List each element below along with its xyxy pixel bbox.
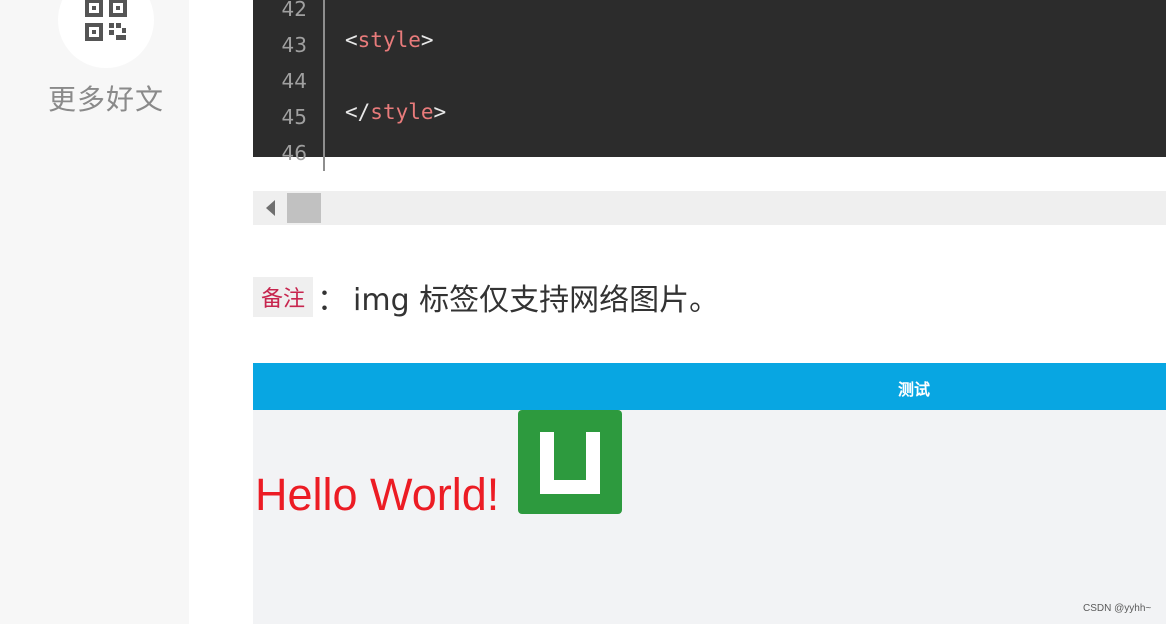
horizontal-scrollbar[interactable] xyxy=(253,191,1166,225)
more-articles-label[interactable]: 更多好文 xyxy=(0,78,212,118)
line-number: 46 xyxy=(281,141,307,165)
note-tag: 备注 xyxy=(253,277,314,317)
note-paragraph: 备注 ： img 标签仅支持网络图片。 xyxy=(253,276,719,318)
preview-nav-title: 测试 xyxy=(898,380,931,399)
hello-world-text: Hello World! xyxy=(255,469,500,520)
code-punct: > xyxy=(420,28,434,52)
code-punct: </ xyxy=(345,100,371,124)
uniapp-logo-icon xyxy=(518,410,622,514)
line-number: 42 xyxy=(281,0,307,21)
code-tag-name: style xyxy=(357,28,421,52)
code-block xyxy=(253,0,1166,157)
note-text: img 标签仅支持网络图片。 xyxy=(353,283,720,318)
triangle-left-icon[interactable] xyxy=(266,200,275,216)
watermark: CSDN @yyhh~ xyxy=(1083,603,1152,614)
code-line: <style> xyxy=(345,28,434,52)
line-number: 45 xyxy=(281,105,307,129)
note-separator: ： xyxy=(317,283,348,318)
code-line: </style> xyxy=(345,100,446,124)
line-number: 44 xyxy=(281,69,307,93)
qr-code-icon xyxy=(85,0,127,41)
code-gutter-divider xyxy=(323,0,325,171)
code-tag-name: style xyxy=(370,100,434,124)
preview-navbar: 测试 xyxy=(253,363,1166,410)
code-punct: < xyxy=(345,28,358,52)
left-sidebar: 更多好文 xyxy=(0,0,189,624)
code-punct: > xyxy=(433,100,447,124)
line-number: 43 xyxy=(281,33,307,57)
app-preview-screenshot: 测试 Hello World! xyxy=(253,363,1166,624)
scrollbar-thumb[interactable] xyxy=(287,193,321,223)
qr-code-button[interactable] xyxy=(58,0,154,68)
